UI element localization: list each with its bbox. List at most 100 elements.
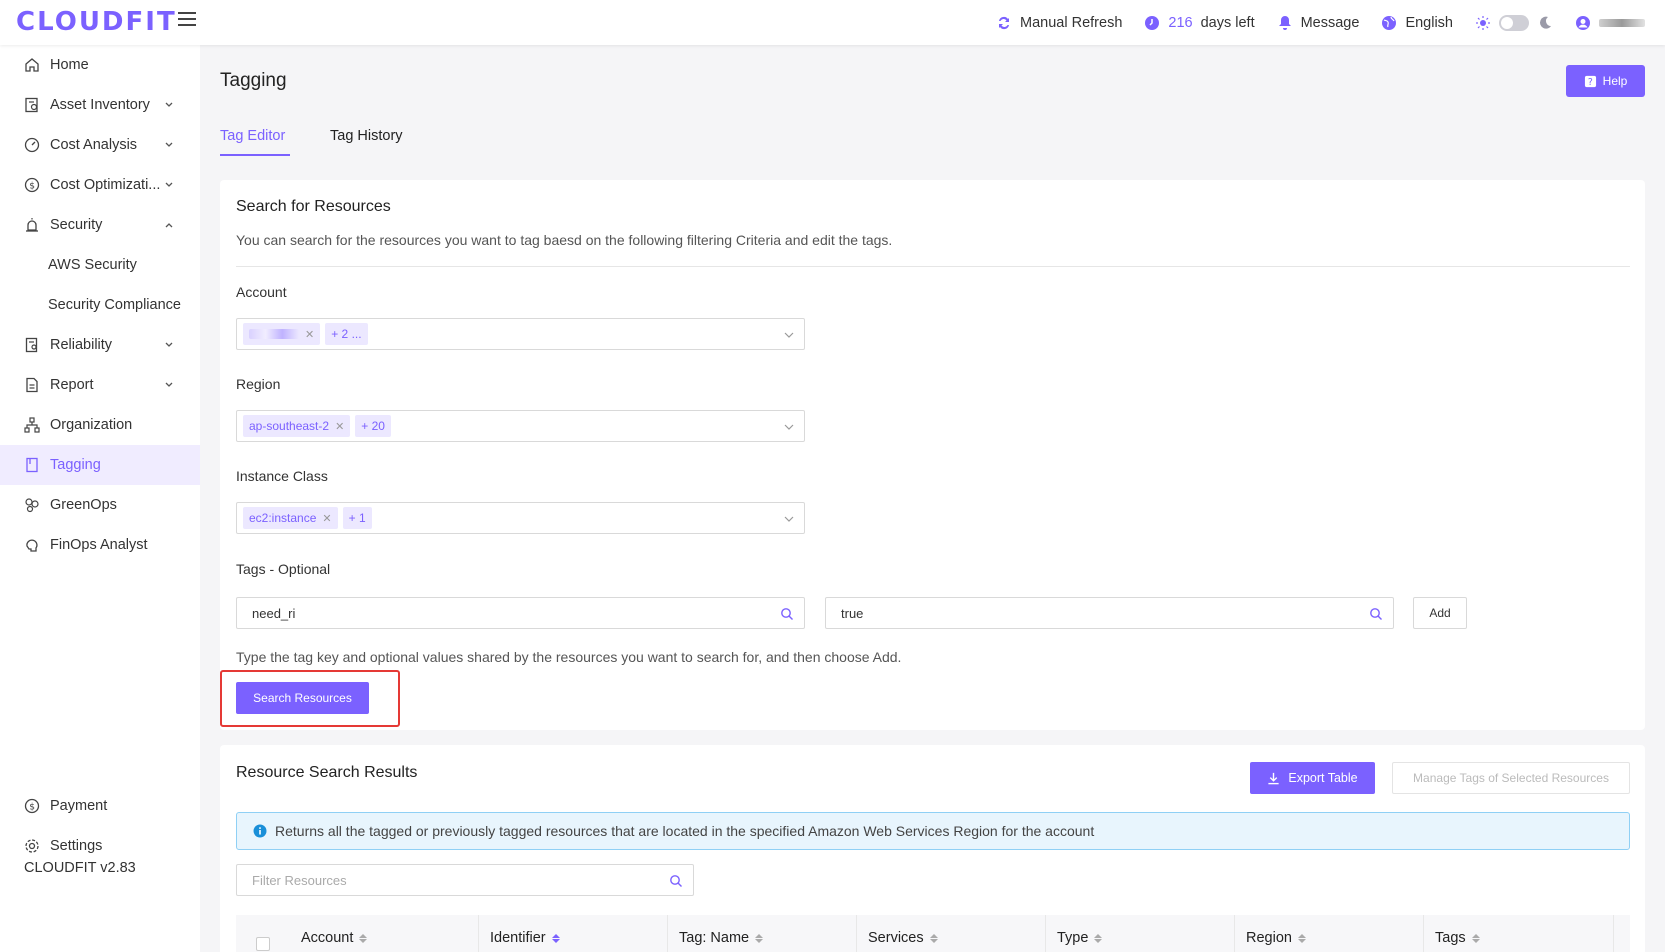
column-header-tags[interactable]: Tags bbox=[1435, 930, 1480, 946]
sort-icon[interactable] bbox=[755, 933, 764, 943]
sidebar-item-label: Settings bbox=[50, 838, 103, 854]
username-redacted bbox=[1599, 18, 1645, 27]
chevron-down-icon bbox=[784, 424, 794, 430]
sort-icon[interactable] bbox=[1094, 933, 1103, 943]
license-days: 216 days left bbox=[1144, 14, 1255, 31]
column-header-identifier[interactable]: Identifier bbox=[490, 930, 560, 946]
remove-chip-icon[interactable]: ✕ bbox=[335, 420, 344, 433]
sidebar-item-aws-security[interactable]: AWS Security bbox=[0, 245, 200, 285]
sidebar-item-label: Tagging bbox=[50, 457, 101, 473]
chevron-down-icon bbox=[165, 142, 173, 147]
help-button[interactable]: ? Help bbox=[1566, 65, 1645, 97]
sidebar-item-organization[interactable]: Organization bbox=[0, 405, 200, 445]
download-icon bbox=[1268, 772, 1279, 784]
search-icon bbox=[781, 608, 793, 620]
days-suffix: days left bbox=[1200, 14, 1255, 31]
column-header-account[interactable]: Account bbox=[301, 930, 368, 946]
manual-refresh-button[interactable]: Manual Refresh bbox=[996, 15, 1122, 31]
column-header-region[interactable]: Region bbox=[1246, 930, 1306, 946]
sidebar-item-payment[interactable]: $ Payment bbox=[0, 786, 200, 826]
filter-resources-input[interactable]: Filter Resources bbox=[236, 864, 694, 896]
remove-chip-icon[interactable]: ✕ bbox=[322, 512, 331, 525]
sidebar-item-cost-analysis[interactable]: Cost Analysis bbox=[0, 125, 200, 165]
column-label: Tag: Name bbox=[679, 930, 750, 946]
sort-icon[interactable] bbox=[1471, 933, 1480, 943]
chevron-down-icon bbox=[165, 182, 173, 187]
info-icon bbox=[253, 824, 267, 838]
message-button[interactable]: Message bbox=[1277, 14, 1360, 31]
account-more-label: + 2 ... bbox=[331, 327, 362, 341]
sidebar-item-asset-inventory[interactable]: Asset Inventory bbox=[0, 85, 200, 125]
region-more-label: + 20 bbox=[361, 419, 385, 433]
account-chip[interactable]: ✕ bbox=[243, 323, 321, 345]
filter-placeholder: Filter Resources bbox=[252, 872, 347, 888]
inventory-icon bbox=[25, 97, 38, 113]
column-header-type[interactable]: Type bbox=[1057, 930, 1103, 946]
chevron-down-icon bbox=[165, 382, 173, 387]
tab-tag-editor[interactable]: Tag Editor bbox=[220, 128, 285, 144]
app-logo[interactable]: CLOUDFIT bbox=[16, 7, 177, 37]
export-table-button[interactable]: Export Table bbox=[1250, 762, 1375, 794]
column-label: Tags bbox=[1435, 930, 1466, 946]
sidebar-item-cost-optimization[interactable]: $ Cost Optimizati... bbox=[0, 165, 200, 205]
days-count: 216 bbox=[1168, 14, 1193, 31]
tag-icon bbox=[26, 457, 38, 473]
sidebar-item-finops-analyst[interactable]: FinOps Analyst bbox=[0, 525, 200, 565]
document-icon bbox=[25, 337, 38, 353]
sidebar-item-security[interactable]: Security bbox=[0, 205, 200, 245]
user-menu[interactable] bbox=[1575, 15, 1645, 31]
sidebar-item-reliability[interactable]: Reliability bbox=[0, 325, 200, 365]
sort-icon[interactable] bbox=[929, 933, 938, 943]
select-all-checkbox[interactable] bbox=[256, 937, 270, 951]
svg-text:?: ? bbox=[1588, 77, 1593, 88]
sidebar-item-greenops[interactable]: GreenOps bbox=[0, 485, 200, 525]
column-separator bbox=[1613, 915, 1614, 952]
sidebar-item-security-compliance[interactable]: Security Compliance bbox=[0, 285, 200, 325]
instance-more-label: + 1 bbox=[348, 511, 366, 525]
user-icon bbox=[1576, 15, 1590, 30]
column-separator bbox=[1423, 915, 1424, 952]
column-label: Type bbox=[1057, 930, 1089, 946]
menu-toggle-icon[interactable] bbox=[178, 12, 196, 28]
active-tab-indicator bbox=[220, 154, 290, 156]
gauge-icon bbox=[24, 137, 40, 153]
sort-icon[interactable] bbox=[359, 933, 368, 943]
add-tag-button[interactable]: Add bbox=[1413, 597, 1467, 629]
message-label: Message bbox=[1300, 14, 1360, 31]
tab-tag-history[interactable]: Tag History bbox=[330, 128, 403, 144]
column-separator bbox=[1045, 915, 1046, 952]
tag-hint: Type the tag key and optional values sha… bbox=[236, 649, 902, 665]
sort-icon[interactable] bbox=[1297, 933, 1306, 943]
sidebar-item-tagging[interactable]: Tagging bbox=[0, 445, 200, 485]
remove-chip-icon[interactable]: ✕ bbox=[305, 328, 314, 341]
tag-key-value: need_ri bbox=[252, 605, 296, 621]
sidebar-item-label: Organization bbox=[50, 417, 133, 433]
instance-class-select[interactable]: ec2:instance ✕ + 1 bbox=[236, 502, 805, 534]
brain-icon bbox=[26, 539, 38, 552]
column-label: Identifier bbox=[490, 930, 546, 946]
search-description: You can search for the resources you wan… bbox=[236, 232, 893, 248]
tag-key-input[interactable]: need_ri bbox=[236, 597, 805, 629]
search-resources-button[interactable]: Search Resources bbox=[236, 682, 369, 714]
org-icon bbox=[24, 417, 40, 433]
region-chip[interactable]: ap-southeast-2 ✕ bbox=[243, 415, 351, 437]
language-selector[interactable]: English bbox=[1381, 15, 1453, 31]
manage-tags-button[interactable]: Manage Tags of Selected Resources bbox=[1392, 762, 1630, 794]
sidebar-item-report[interactable]: Report bbox=[0, 365, 200, 405]
theme-switch[interactable] bbox=[1475, 14, 1553, 31]
svg-text:$: $ bbox=[29, 182, 35, 192]
column-header-tag-name[interactable]: Tag: Name bbox=[679, 930, 764, 946]
manual-refresh-label: Manual Refresh bbox=[1020, 14, 1123, 31]
region-label: Region bbox=[236, 376, 281, 392]
theme-toggle[interactable] bbox=[1499, 14, 1529, 31]
refresh-icon bbox=[999, 16, 1010, 29]
export-table-label: Export Table bbox=[1288, 771, 1358, 785]
sidebar-item-home[interactable]: Home bbox=[0, 45, 200, 85]
sort-icon[interactable] bbox=[551, 933, 560, 943]
tag-value-input[interactable]: true bbox=[825, 597, 1394, 629]
instance-class-chip[interactable]: ec2:instance ✕ bbox=[243, 507, 338, 529]
sidebar-item-label: Security bbox=[50, 217, 103, 233]
column-header-services[interactable]: Services bbox=[868, 930, 938, 946]
account-select[interactable]: ✕ + 2 ... bbox=[236, 318, 805, 350]
region-select[interactable]: ap-southeast-2 ✕ + 20 bbox=[236, 410, 805, 442]
